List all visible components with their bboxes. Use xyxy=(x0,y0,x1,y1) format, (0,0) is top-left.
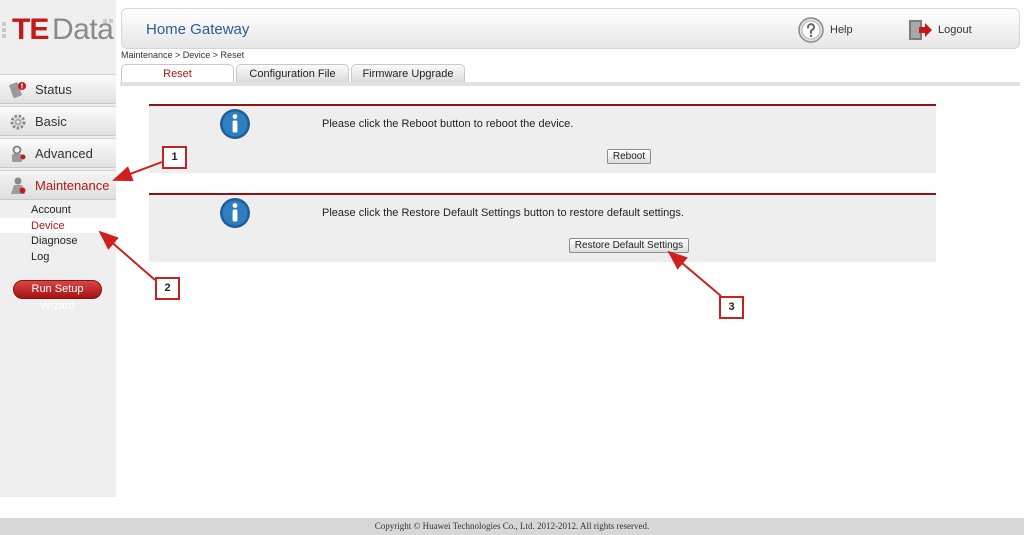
help-icon xyxy=(798,17,824,43)
annotation-callout-2: 2 xyxy=(155,277,180,300)
submenu-item-account[interactable]: Account xyxy=(31,204,71,216)
sidebar-item-status[interactable]: Status xyxy=(0,74,116,104)
restore-defaults-panel: Please click the Restore Default Setting… xyxy=(149,193,936,262)
logout-label: Logout xyxy=(938,24,972,36)
logo-dots-right-decoration xyxy=(102,10,114,28)
sidebar-item-maintenance[interactable]: Maintenance xyxy=(0,170,116,200)
reboot-button[interactable]: Reboot xyxy=(607,149,651,164)
annotation-callout-1: 1 xyxy=(162,146,187,169)
help-label: Help xyxy=(830,24,853,36)
reboot-panel: Please click the Reboot button to reboot… xyxy=(149,104,936,173)
submenu-item-log[interactable]: Log xyxy=(31,251,49,263)
breadcrumb: Maintenance > Device > Reset xyxy=(121,50,245,60)
annotation-callout-3: 3 xyxy=(719,296,744,319)
submenu-item-diagnose[interactable]: Diagnose xyxy=(31,235,77,247)
logout-icon xyxy=(909,20,932,40)
sidebar-item-label: Basic xyxy=(35,114,67,129)
submenu-item-device[interactable]: Device xyxy=(31,220,65,232)
header-bar: Home Gateway Help Logout xyxy=(121,8,1020,49)
sidebar-item-label: Maintenance xyxy=(35,178,110,193)
sidebar-item-basic[interactable]: Basic xyxy=(0,106,116,136)
tab-reset[interactable]: Reset xyxy=(121,64,234,83)
tab-configuration-file[interactable]: Configuration File xyxy=(236,64,349,83)
gear-icon xyxy=(10,114,26,130)
reboot-instruction-text: Please click the Reboot button to reboot… xyxy=(322,118,574,130)
footer-copyright: Copyright © Huawei Technologies Co., Ltd… xyxy=(0,518,1024,535)
te-data-logo: TE Data xyxy=(0,6,116,50)
maintenance-icon xyxy=(11,177,26,194)
status-icon xyxy=(9,82,26,99)
info-icon xyxy=(220,109,250,139)
info-icon xyxy=(220,198,250,228)
sidebar-item-label: Status xyxy=(35,82,72,97)
tab-firmware-upgrade[interactable]: Firmware Upgrade xyxy=(351,64,465,83)
advanced-icon xyxy=(12,145,26,162)
logo-dots-decoration xyxy=(2,20,6,40)
sidebar: TE Data Status Basic Advanced Maintenanc… xyxy=(0,0,116,497)
sidebar-item-label: Advanced xyxy=(35,146,93,161)
logo-te-text: TE xyxy=(12,13,49,46)
page-title: Home Gateway xyxy=(146,21,250,38)
sidebar-item-advanced[interactable]: Advanced xyxy=(0,138,116,168)
tab-bar-divider xyxy=(120,82,1020,86)
restore-instruction-text: Please click the Restore Default Setting… xyxy=(322,207,684,219)
run-setup-wizard-button[interactable]: Run Setup Wizard xyxy=(13,280,102,312)
restore-default-settings-button[interactable]: Restore Default Settings xyxy=(569,238,689,253)
